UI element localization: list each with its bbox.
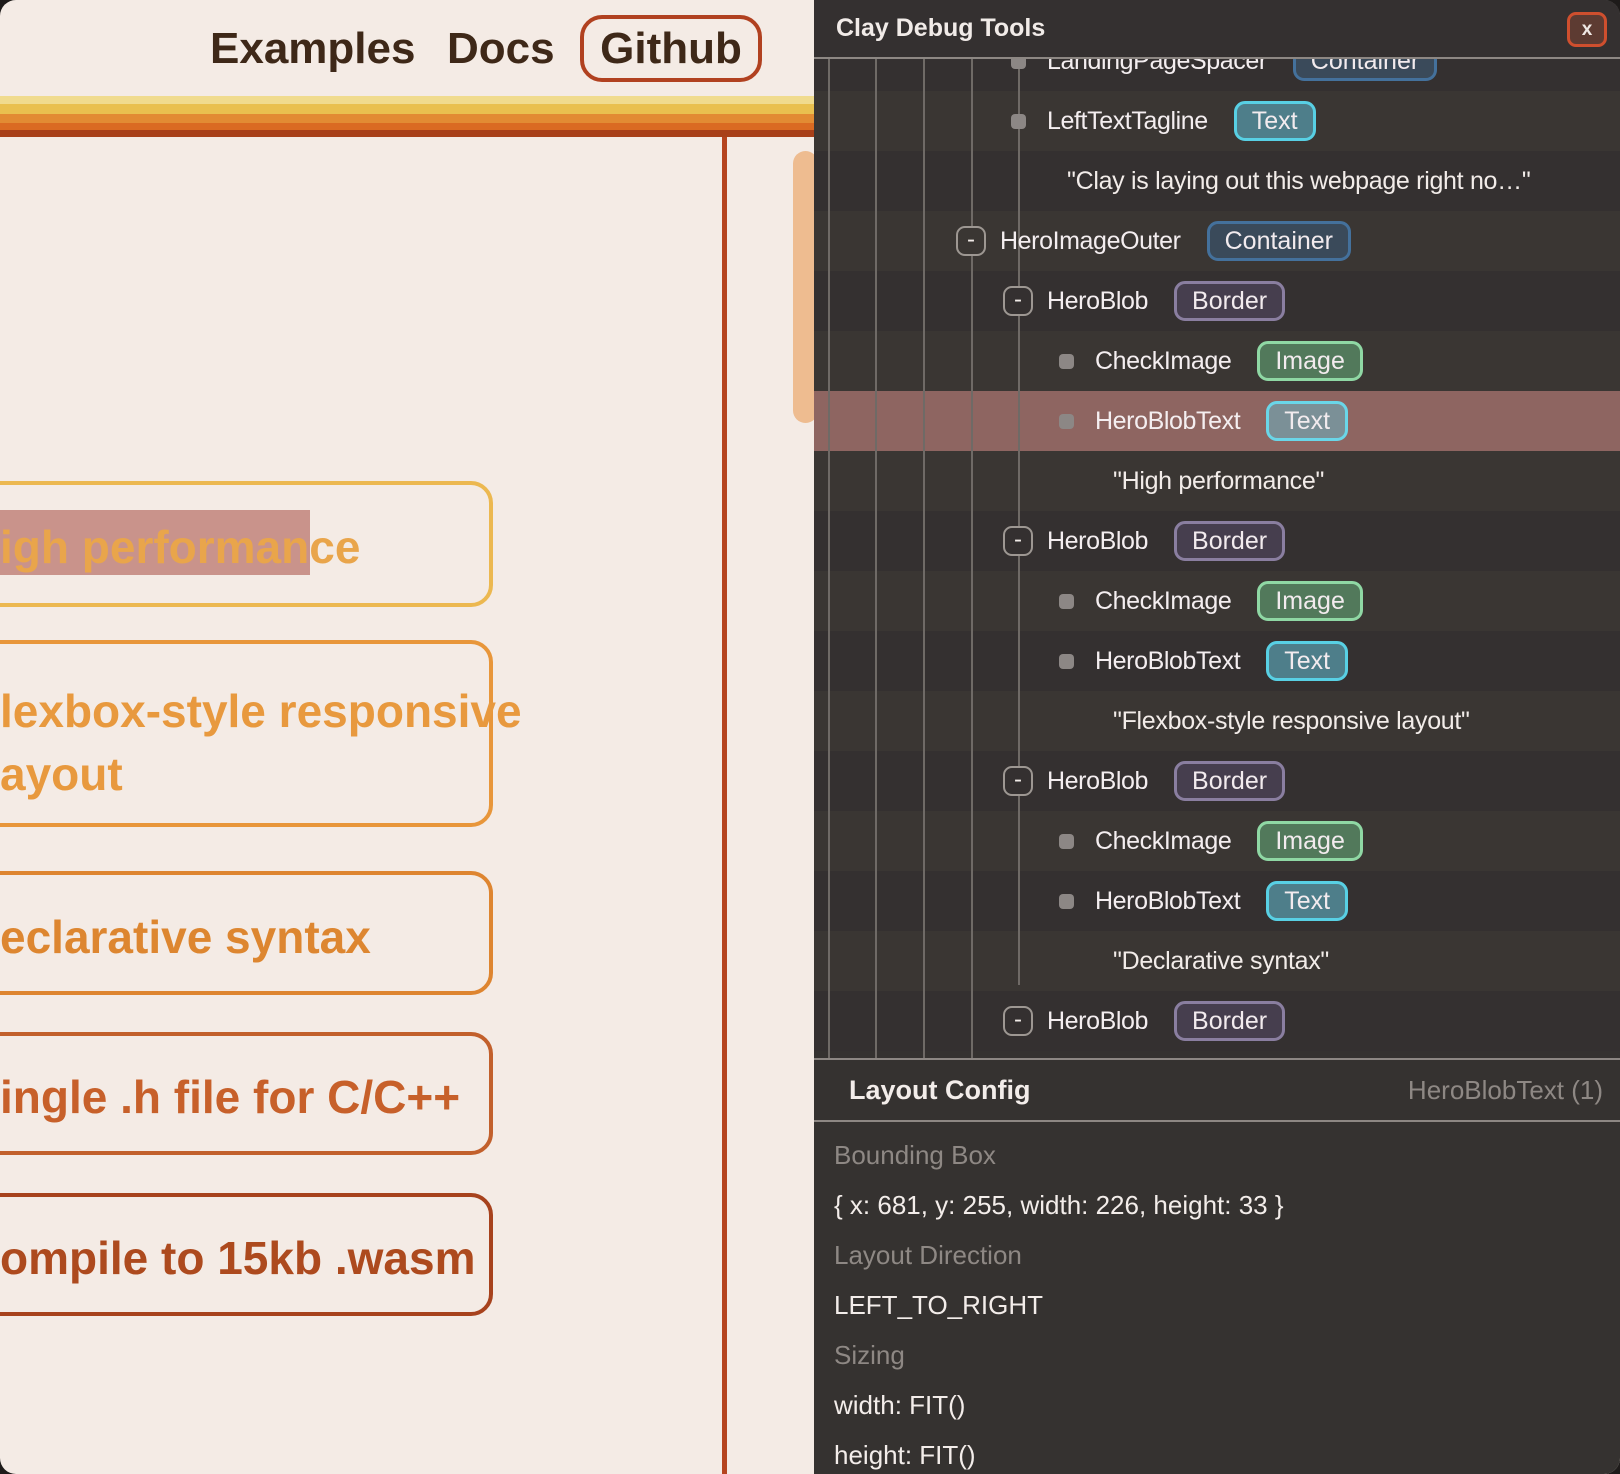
leaf-bullet-icon <box>1011 114 1026 129</box>
collapse-button[interactable]: - <box>1003 526 1033 556</box>
leaf-bullet-icon <box>1059 354 1074 369</box>
feature-box-text: eclarative syntax <box>0 906 371 969</box>
feature-box: eclarative syntax <box>0 871 493 995</box>
element-name-label: CheckImage <box>1095 587 1231 616</box>
tree-node-row-HeroBlobText[interactable]: HeroBlobText Text <box>814 871 1620 931</box>
element-name-label: HeroBlob <box>1047 287 1148 316</box>
element-name-label: HeroBlob <box>1047 527 1148 556</box>
text-content-preview: "Clay is laying out this webpage right n… <box>1067 167 1530 196</box>
brand-gradient-stripes <box>0 96 814 137</box>
tree-node-row-HeroBlobText[interactable]: HeroBlobText Text <box>814 631 1620 691</box>
element-type-badge: Text <box>1266 401 1348 441</box>
tree-node-row-HeroBlob[interactable]: -HeroBlob Border <box>814 751 1620 811</box>
github-button-label: Github <box>600 24 742 74</box>
element-name-label: LeftTextTagline <box>1047 107 1208 136</box>
tree-text-preview-row[interactable]: "Declarative syntax" <box>814 931 1620 991</box>
clay-debug-window: Examples Docs Github igh performance lexb… <box>0 0 1620 1474</box>
tree-text-preview-row[interactable]: "Clay is laying out this webpage right n… <box>814 151 1620 211</box>
layout-config-divider-top <box>814 1058 1620 1060</box>
tree-node-row-HeroBlobText[interactable]: HeroBlobText Text <box>814 391 1620 451</box>
element-type-badge: Image <box>1257 821 1362 861</box>
element-type-badge: Image <box>1257 341 1362 381</box>
feature-box: ingle .h file for C/C++ <box>0 1032 493 1155</box>
element-name-label: HeroBlobText <box>1095 407 1240 436</box>
config-section-label: Sizing <box>814 1330 1620 1380</box>
stripe-band <box>0 123 814 130</box>
element-name-label: HeroBlob <box>1047 1007 1148 1036</box>
element-type-badge: Border <box>1174 1001 1285 1041</box>
collapse-button[interactable]: - <box>1003 1006 1033 1036</box>
element-type-badge: Border <box>1174 761 1285 801</box>
tree-node-row-HeroBlob[interactable]: -HeroBlob Border <box>814 991 1620 1051</box>
collapse-button[interactable]: - <box>1003 766 1033 796</box>
tree-node-row-CheckImage[interactable]: CheckImage Image <box>814 331 1620 391</box>
feature-box-text: lexbox-style responsiveayout <box>0 680 522 806</box>
element-type-badge: Text <box>1266 641 1348 681</box>
layout-config-header: Layout Config HeroBlobText (1) <box>814 1060 1620 1120</box>
config-value: height: FIT() <box>814 1430 1620 1474</box>
tree-node-row-CheckImage[interactable]: CheckImage Image <box>814 811 1620 871</box>
tree-text-preview-row[interactable]: "High performance" <box>814 451 1620 511</box>
collapse-button[interactable]: - <box>1003 286 1033 316</box>
github-button[interactable]: Github <box>580 15 762 82</box>
clay-debug-panel: LandingPageSpacerContainerLeftTextTaglin… <box>814 0 1620 1474</box>
config-value: width: FIT() <box>814 1380 1620 1430</box>
layout-config-divider-bottom <box>814 1120 1620 1122</box>
debug-panel-header: Clay Debug Tools <box>814 0 1620 57</box>
element-name-label: HeroImageOuter <box>1000 227 1181 256</box>
selected-element-name: HeroBlobText (1) <box>1408 1075 1603 1106</box>
close-icon: x <box>1582 19 1593 41</box>
element-name-label: HeroBlobText <box>1095 887 1240 916</box>
tree-node-row-HeroImageOuter[interactable]: -HeroImageOuter Container <box>814 211 1620 271</box>
element-type-badge: Container <box>1207 221 1351 261</box>
leaf-bullet-icon <box>1059 894 1074 909</box>
tree-node-row-LeftTextTagline[interactable]: LeftTextTagline Text <box>814 91 1620 151</box>
element-name-label: HeroBlobText <box>1095 647 1240 676</box>
config-value: { x: 681, y: 255, width: 226, height: 33… <box>814 1180 1620 1230</box>
text-content-preview: "High performance" <box>1113 467 1324 496</box>
leaf-bullet-icon <box>1059 594 1074 609</box>
element-name-label: CheckImage <box>1095 827 1231 856</box>
content-divider-line <box>722 137 727 1474</box>
leaf-bullet-icon <box>1059 834 1074 849</box>
stripe-band <box>0 130 814 137</box>
tree-node-row-HeroBlob[interactable]: -HeroBlob Border <box>814 271 1620 331</box>
leaf-bullet-icon <box>1059 414 1074 429</box>
nav-link-examples[interactable]: Examples <box>210 24 415 74</box>
tree-text-preview-row[interactable]: "Flexbox-style responsive layout" <box>814 691 1620 751</box>
tree-node-row-CheckImage[interactable]: CheckImage Image <box>814 571 1620 631</box>
config-value: LEFT_TO_RIGHT <box>814 1280 1620 1330</box>
config-section-label: Layout Direction <box>814 1230 1620 1280</box>
element-name-label: CheckImage <box>1095 347 1231 376</box>
layout-config-title: Layout Config <box>849 1075 1030 1106</box>
layout-config-details: Bounding Box{ x: 681, y: 255, width: 226… <box>814 1130 1620 1474</box>
config-section-label: Bounding Box <box>814 1130 1620 1180</box>
stripe-band <box>0 96 814 104</box>
feature-box: igh performance <box>0 481 493 607</box>
feature-box-text: igh performance <box>0 516 360 579</box>
leaf-bullet-icon <box>1059 654 1074 669</box>
element-tree: LandingPageSpacerContainerLeftTextTaglin… <box>814 0 1620 1058</box>
element-type-badge: Border <box>1174 281 1285 321</box>
element-type-badge: Text <box>1234 101 1316 141</box>
element-type-badge: Image <box>1257 581 1362 621</box>
feature-box: lexbox-style responsiveayout <box>0 640 493 827</box>
header-divider <box>814 57 1620 59</box>
collapse-button[interactable]: - <box>956 226 986 256</box>
close-button[interactable]: x <box>1567 12 1607 47</box>
stripe-band <box>0 114 814 123</box>
element-type-badge: Border <box>1174 521 1285 561</box>
tree-node-row-HeroBlob[interactable]: -HeroBlob Border <box>814 511 1620 571</box>
element-type-badge: Text <box>1266 881 1348 921</box>
stripe-band <box>0 104 814 114</box>
text-content-preview: "Flexbox-style responsive layout" <box>1113 707 1470 736</box>
feature-box: ompile to 15kb .wasm <box>0 1193 493 1316</box>
text-content-preview: "Declarative syntax" <box>1113 947 1329 976</box>
debug-panel-title: Clay Debug Tools <box>836 14 1045 43</box>
element-name-label: HeroBlob <box>1047 767 1148 796</box>
nav-link-docs[interactable]: Docs <box>447 24 555 74</box>
feature-box-text: ingle .h file for C/C++ <box>0 1066 460 1129</box>
feature-box-text: ompile to 15kb .wasm <box>0 1227 475 1290</box>
